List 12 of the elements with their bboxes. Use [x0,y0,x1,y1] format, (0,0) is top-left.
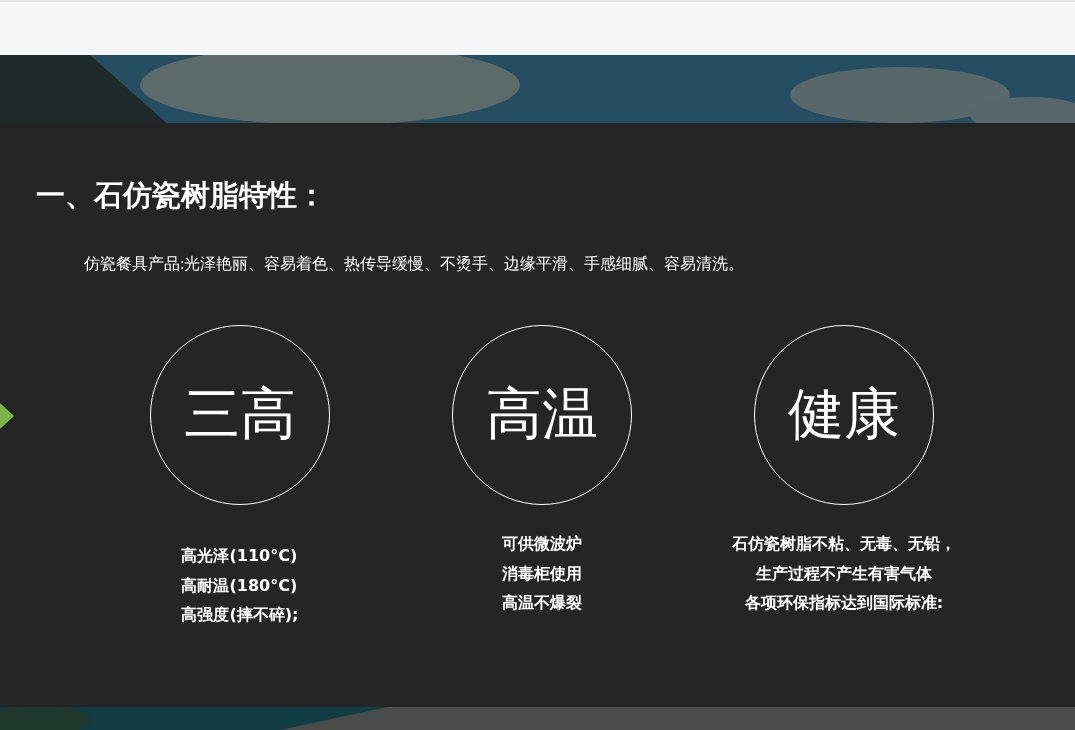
feature-text: 高光泽(110°C) [181,545,299,567]
feature-text: 石仿瓷树脂不粘、无毒、无铅， [732,533,956,555]
feature-text: 高耐温(180°C) [181,574,299,597]
feature-text: 消毒柜使用 [502,562,582,585]
feature-text: 高温不爆裂 [502,592,582,614]
feature-text: 高强度(摔不碎); [181,604,299,626]
feature-text: 各项环保指标达到国际标准: [743,592,945,614]
section-title: 一、石仿瓷树脂特性： [36,177,327,214]
feature-text: 可供微波炉 [502,533,582,555]
triangle-icon [0,403,14,429]
feature-text: 生产过程不产生有害气体 [754,562,933,585]
intro-text: 仿瓷餐具产品:光泽艳丽、容易着色、热传导缓慢、不烫手、边缘平滑、手感细腻、容易清洗。 [84,254,746,274]
